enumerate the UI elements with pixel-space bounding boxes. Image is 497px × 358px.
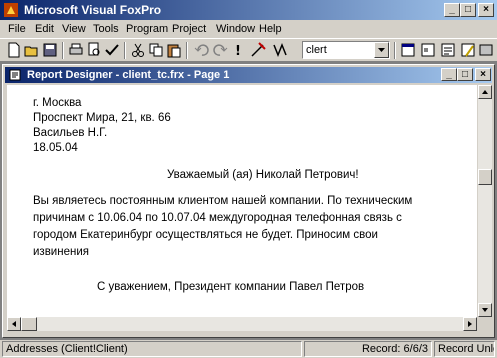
builder-icon[interactable] xyxy=(478,42,494,58)
status-bar: Addresses (Client!Client) Record: 6/6/3 … xyxy=(0,340,497,358)
child-maximize-button[interactable]: □ xyxy=(457,68,473,81)
child-minimize-button[interactable]: _ xyxy=(441,68,457,81)
paste-icon[interactable] xyxy=(166,42,182,58)
toolbar-separator xyxy=(186,42,188,59)
undo-icon[interactable] xyxy=(194,42,210,58)
redo-icon[interactable] xyxy=(212,42,228,58)
open-icon[interactable] xyxy=(24,42,40,58)
status-record: Record: 6/6/3 xyxy=(304,341,432,357)
app-title: Microsoft Visual FoxPro xyxy=(24,3,162,17)
report-body-line: Вы являетесь постоянным клиентом нашей к… xyxy=(33,195,413,207)
status-lock: Record Unloc xyxy=(434,341,495,357)
cut-icon[interactable] xyxy=(130,42,146,58)
foxpro-app-icon xyxy=(4,3,18,17)
minimize-button[interactable]: _ xyxy=(444,3,460,17)
report-designer-title: Report Designer - client_tc.frx - Page 1 xyxy=(27,69,230,81)
database-icon[interactable] xyxy=(272,42,288,58)
report-preview-page: г. Москва Проспект Мира, 21, кв. 66 Васи… xyxy=(7,85,477,317)
spelling-icon[interactable] xyxy=(104,42,120,58)
scroll-up-button[interactable] xyxy=(478,85,492,99)
close-button[interactable]: × xyxy=(478,3,494,17)
report-date: 18.05.04 xyxy=(33,142,78,154)
copy-icon[interactable] xyxy=(148,42,164,58)
report-signature: С уважением, Президент компании Павел Пе… xyxy=(97,281,365,293)
report-body-line: городом Екатеринбург осуществляться не б… xyxy=(33,229,378,241)
menu-bar: File Edit View Tools Program Project Win… xyxy=(0,20,497,38)
report-wizard-icon[interactable] xyxy=(460,42,476,58)
scroll-right-button[interactable] xyxy=(463,317,477,331)
scroll-thumb[interactable] xyxy=(478,169,492,185)
print-icon[interactable] xyxy=(68,42,84,58)
view-window-icon[interactable] xyxy=(420,42,436,58)
database-combo-value: clert xyxy=(306,44,327,56)
status-alias: Addresses (Client!Client) xyxy=(2,341,302,357)
report-greeting: Уважаемый (ая) Николай Петрович! xyxy=(167,169,359,181)
database-combo[interactable]: clert xyxy=(302,41,390,59)
vertical-scrollbar[interactable] xyxy=(478,85,492,317)
maximize-button[interactable]: □ xyxy=(460,3,476,17)
menu-window[interactable]: Window xyxy=(216,23,255,35)
toolbar-separator xyxy=(124,42,126,59)
new-icon[interactable] xyxy=(6,42,22,58)
child-close-button[interactable]: × xyxy=(475,68,491,81)
modify-icon[interactable] xyxy=(250,42,266,58)
scroll-down-button[interactable] xyxy=(478,303,492,317)
report-city: г. Москва xyxy=(33,97,82,109)
form-wizard-icon[interactable] xyxy=(440,42,456,58)
toolbar-separator xyxy=(62,42,64,59)
horizontal-scroll-thumb[interactable] xyxy=(21,317,37,331)
menu-help[interactable]: Help xyxy=(259,23,282,35)
horizontal-scrollbar[interactable] xyxy=(7,317,477,331)
chevron-down-icon[interactable] xyxy=(374,42,389,58)
menu-edit[interactable]: Edit xyxy=(35,23,54,35)
run-icon[interactable]: ! xyxy=(232,42,248,58)
report-address: Проспект Мира, 21, кв. 66 xyxy=(33,112,171,124)
report-designer-title-bar[interactable]: Report Designer - client_tc.frx - Page 1… xyxy=(5,67,492,83)
print-preview-icon[interactable] xyxy=(86,42,102,58)
svg-text:!: ! xyxy=(235,44,241,58)
menu-project[interactable]: Project xyxy=(172,23,206,35)
save-icon[interactable] xyxy=(42,42,58,58)
standard-toolbar: ! clert xyxy=(0,38,497,62)
scroll-left-button[interactable] xyxy=(7,317,21,331)
report-body-line: причинам с 10.06.04 по 10.07.04 междугор… xyxy=(33,212,402,224)
menu-view[interactable]: View xyxy=(62,23,86,35)
report-body-line: извинения xyxy=(33,246,89,258)
command-window-icon[interactable] xyxy=(400,42,416,58)
menu-program[interactable]: Program xyxy=(126,23,168,35)
app-title-bar[interactable]: Microsoft Visual FoxPro _ □ × xyxy=(0,0,497,20)
menu-tools[interactable]: Tools xyxy=(93,23,119,35)
toolbar-separator xyxy=(394,42,396,59)
report-icon xyxy=(9,69,21,81)
report-name: Васильев Н.Г. xyxy=(33,127,108,139)
menu-file[interactable]: File xyxy=(8,23,26,35)
report-designer-window: Report Designer - client_tc.frx - Page 1… xyxy=(2,64,495,338)
